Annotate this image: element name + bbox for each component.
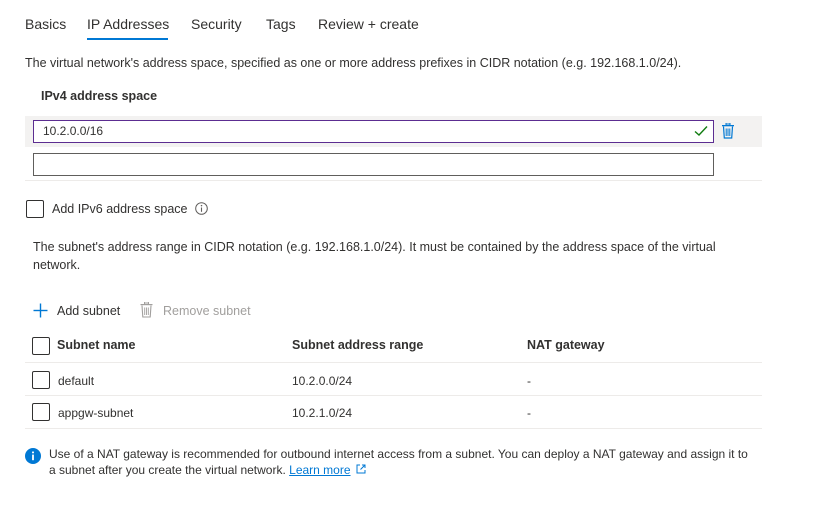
ipv6-label: Add IPv6 address space	[52, 202, 188, 216]
column-header-nat-gateway: NAT gateway	[527, 338, 605, 352]
delete-icon[interactable]	[721, 123, 735, 139]
add-icon[interactable]	[33, 303, 48, 318]
checkmark-icon	[694, 126, 708, 136]
row-checkbox[interactable]	[32, 371, 50, 389]
address-space-description: The virtual network's address space, spe…	[25, 56, 682, 70]
ipv6-checkbox[interactable]	[26, 200, 44, 218]
subnet-nat-gateway: -	[527, 374, 531, 388]
subnet-name-link[interactable]: appgw-subnet	[58, 406, 133, 420]
column-header-subnet-name: Subnet name	[57, 338, 136, 352]
info-outline-icon[interactable]	[195, 202, 208, 215]
external-link-icon[interactable]	[356, 464, 366, 474]
info-icon	[25, 448, 41, 464]
subnet-nat-gateway: -	[527, 406, 531, 420]
table-row-divider	[25, 428, 762, 429]
tab-security[interactable]: Security	[191, 16, 242, 32]
select-all-checkbox[interactable]	[32, 337, 50, 355]
subnet-address-range: 10.2.0.0/24	[292, 374, 353, 388]
table-row-divider	[25, 395, 762, 396]
active-tab-underline	[87, 38, 168, 40]
tab-ip-addresses[interactable]: IP Addresses	[87, 16, 169, 32]
ipv4-address-input[interactable]: 10.2.0.0/16	[33, 120, 714, 143]
remove-subnet-button[interactable]: Remove subnet	[163, 302, 251, 320]
divider	[25, 180, 762, 181]
column-header-subnet-address-range: Subnet address range	[292, 338, 424, 352]
table-header-divider	[25, 362, 762, 363]
new-address-space-input[interactable]	[33, 153, 714, 176]
learn-more-link[interactable]: Learn more	[289, 463, 350, 477]
subnet-address-range: 10.2.1.0/24	[292, 406, 353, 420]
trash-icon	[140, 302, 153, 318]
subnet-description: The subnet's address range in CIDR notat…	[33, 240, 716, 272]
tab-tags[interactable]: Tags	[266, 16, 296, 32]
row-checkbox[interactable]	[32, 403, 50, 421]
add-subnet-button[interactable]: Add subnet	[57, 302, 120, 320]
subnet-name-link[interactable]: default	[58, 374, 94, 388]
tab-review-create[interactable]: Review + create	[318, 16, 419, 32]
nat-gateway-info-text: Use of a NAT gateway is recommended for …	[49, 447, 748, 477]
nat-gateway-info-message: Use of a NAT gateway is recommended for …	[49, 446, 754, 478]
ipv4-address-space-label: IPv4 address space	[41, 89, 158, 103]
ipv4-address-value: 10.2.0.0/16	[43, 124, 104, 138]
tab-basics[interactable]: Basics	[25, 16, 66, 32]
